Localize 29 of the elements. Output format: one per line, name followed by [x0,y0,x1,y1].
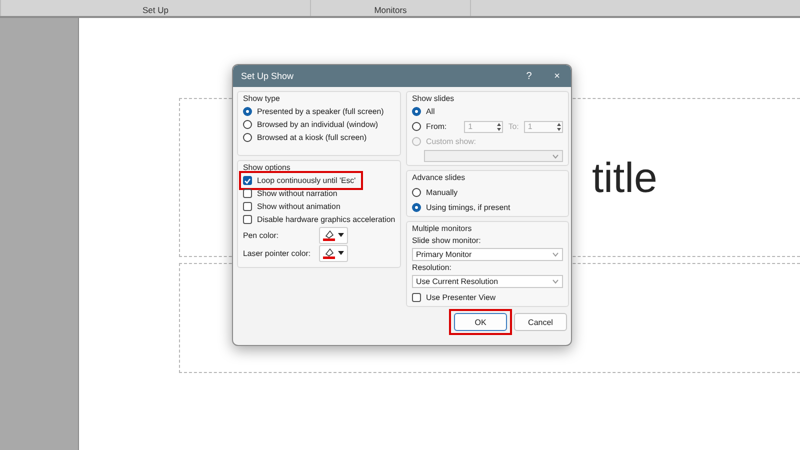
spinner-arrows-icon [496,122,502,132]
radio-button[interactable] [412,122,421,131]
ribbon-group-label: Monitors [374,5,407,15]
checkbox[interactable] [243,176,252,185]
title-text: title [592,154,658,202]
checkbox[interactable] [243,189,252,198]
spinner-arrows-icon [556,122,562,132]
radio-button[interactable] [243,120,252,129]
caret-icon [338,233,344,237]
chevron-icon [552,154,559,158]
caret-icon [338,251,344,255]
dialog-button[interactable]: Cancel [514,313,567,331]
ribbon-group-label: Set Up [142,5,168,15]
dialog-title: Set Up Show [241,71,295,81]
radio-button[interactable] [412,107,421,116]
radio-button[interactable] [243,133,252,142]
dialog-button[interactable]: OK [454,313,507,331]
chevron-icon [552,252,559,257]
checkbox[interactable] [243,202,252,211]
radio-button[interactable] [243,107,252,116]
radio-button[interactable] [412,188,421,197]
color-picker-button[interactable] [319,244,348,262]
radio-button[interactable] [412,203,421,212]
color-picker-button[interactable] [319,226,348,244]
checkbox[interactable] [412,293,421,302]
chevron-icon [552,279,559,284]
close-button[interactable]: × [543,70,571,82]
checkbox[interactable] [243,215,252,224]
help-button[interactable]: ? [515,70,543,82]
